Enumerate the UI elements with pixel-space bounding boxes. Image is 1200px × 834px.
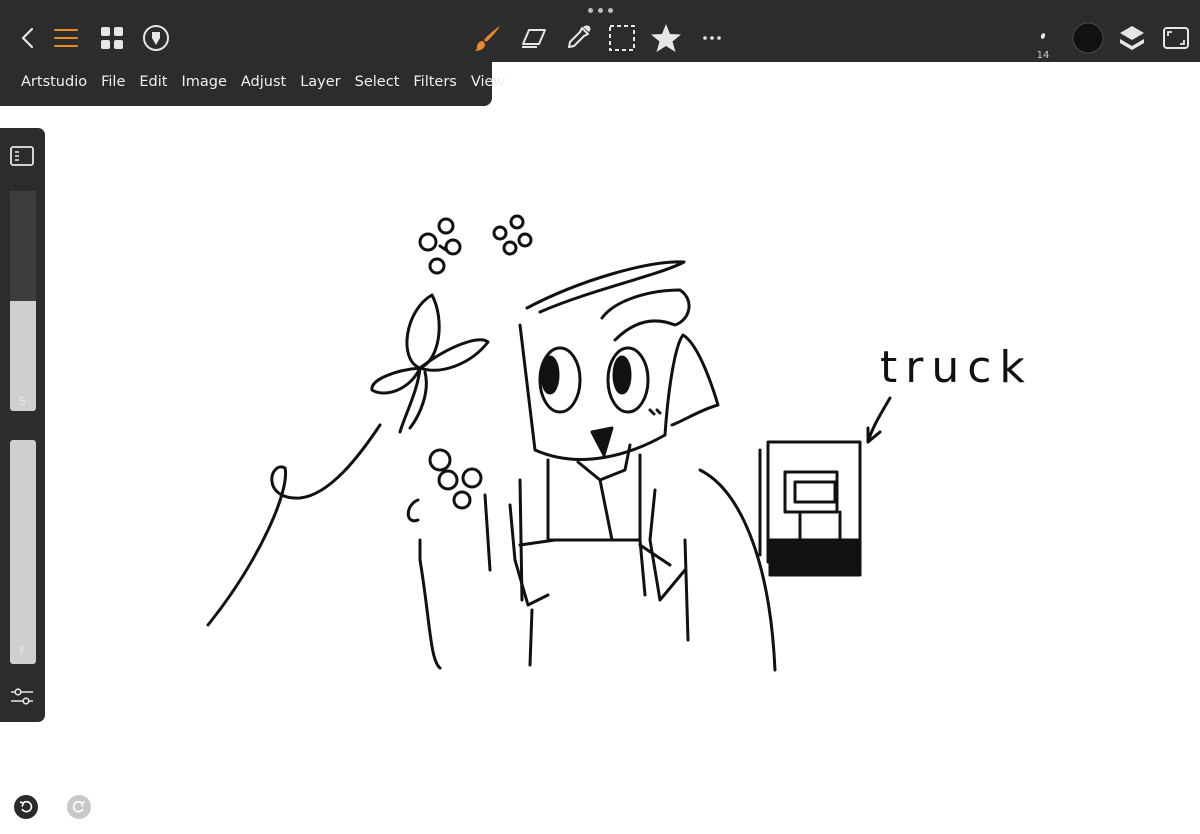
eyedropper-tool-button[interactable]: [560, 20, 596, 56]
character-hand: [406, 448, 492, 670]
butterfly-doodle: [370, 293, 490, 434]
flower-doodle-left: [418, 217, 462, 275]
layers-button[interactable]: [1114, 20, 1150, 56]
undo-button[interactable]: [14, 795, 38, 819]
undo-icon: [19, 800, 33, 813]
menu-image[interactable]: Image: [174, 74, 233, 90]
color-swatch-icon: [1072, 22, 1104, 54]
hamburger-icon: [54, 29, 78, 47]
selection-icon: [609, 25, 635, 51]
favorites-button[interactable]: [648, 20, 684, 56]
character-hat: [525, 260, 686, 314]
butterfly-trail: [206, 423, 382, 627]
sliders-icon: [11, 688, 33, 705]
panel-toggle-icon: [10, 146, 34, 166]
fullscreen-icon: [1163, 27, 1189, 49]
brush-size-slider-empty: [10, 191, 36, 301]
brush-size-button[interactable]: [1025, 18, 1061, 54]
truck-arrow: [866, 396, 892, 444]
brush-icon: [475, 26, 500, 51]
eraser-icon: [522, 29, 546, 48]
color-picker-button[interactable]: [1070, 20, 1106, 56]
menu-adjust[interactable]: Adjust: [234, 74, 293, 90]
grid-icon: [101, 27, 123, 49]
more-tools-button[interactable]: [694, 20, 730, 56]
brush-flow-slider-label: F: [19, 644, 26, 657]
truck-annotation: truck: [880, 342, 1033, 393]
pen-nib-icon: [143, 25, 169, 51]
star-icon: [651, 24, 681, 52]
brush-settings-button[interactable]: [10, 686, 34, 710]
selection-tool-button[interactable]: [604, 20, 640, 56]
brush-size-slider[interactable]: [10, 191, 36, 411]
menu-bar: Artstudio File Edit Image Adjust Layer S…: [0, 62, 505, 106]
more-icon: [703, 36, 721, 40]
redo-button[interactable]: [67, 795, 91, 819]
truck-doodle: [758, 440, 862, 577]
flower-doodle-right: [492, 214, 533, 256]
eraser-tool-button[interactable]: [516, 20, 552, 56]
chevron-left-icon: [21, 27, 34, 49]
menu-edit[interactable]: Edit: [132, 74, 174, 90]
window-grabber[interactable]: [588, 8, 613, 13]
menu-button[interactable]: [48, 20, 84, 56]
menu-artstudio[interactable]: Artstudio: [14, 74, 94, 90]
menu-file[interactable]: File: [94, 74, 132, 90]
brush-size-value: 14: [1036, 50, 1050, 61]
drawing-canvas[interactable]: truck: [0, 0, 1200, 834]
menu-filters[interactable]: Filters: [406, 74, 463, 90]
panel-toggle-button[interactable]: [10, 146, 34, 170]
top-toolbar: 14: [0, 0, 1200, 62]
brush-tool-button[interactable]: [470, 20, 506, 56]
pen-button[interactable]: [138, 20, 174, 56]
menu-select[interactable]: Select: [348, 74, 407, 90]
brush-side-panel: S F: [0, 128, 45, 722]
fullscreen-button[interactable]: [1158, 20, 1194, 56]
brush-flow-slider[interactable]: [10, 440, 36, 664]
redo-icon: [72, 800, 86, 813]
brush-size-dot-icon: [1040, 33, 1046, 39]
layers-icon: [1120, 26, 1144, 50]
eyedropper-icon: [568, 25, 591, 48]
back-button[interactable]: [10, 20, 46, 56]
gallery-button[interactable]: [94, 20, 130, 56]
menu-layer[interactable]: Layer: [293, 74, 347, 90]
menu-view[interactable]: View: [464, 74, 512, 90]
brush-size-slider-label: S: [19, 395, 26, 408]
